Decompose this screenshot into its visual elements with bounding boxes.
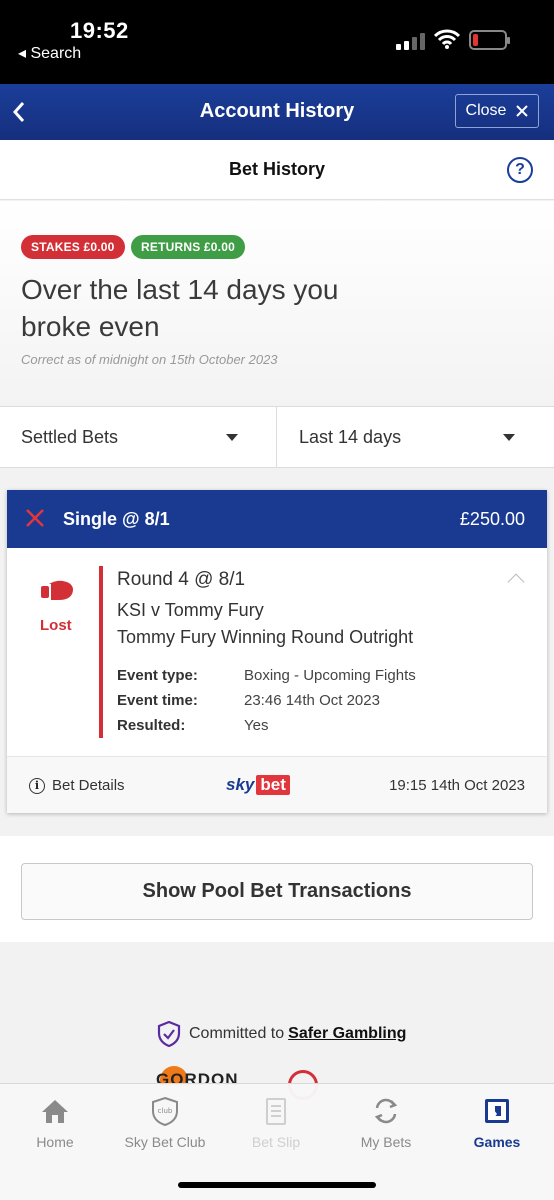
tab-sky-bet-club[interactable]: club Sky Bet Club [110,1096,220,1150]
returns-badge: RETURNS £0.00 [131,235,245,259]
club-badge-icon: club [152,1096,178,1126]
tab-bet-slip[interactable]: Bet Slip [221,1096,331,1150]
status-time: 19:52 [70,18,129,43]
detail-label: Resulted: [117,717,186,734]
help-icon[interactable]: ? [507,157,533,183]
result-divider [99,566,103,738]
close-icon [516,105,529,117]
back-to-search[interactable]: ◂ Search [18,43,81,63]
bet-card-header[interactable]: Single @ 8/1 £250.00 [7,490,547,548]
shield-check-icon [157,1021,181,1047]
tab-label: Sky Bet Club [124,1134,206,1150]
skybet-logo: sky bet [226,775,290,795]
stakes-badge: STAKES £0.00 [21,235,125,259]
bet-card: Single @ 8/1 £250.00 Lost Round 4 @ 8/1 … [7,490,547,813]
info-icon[interactable]: i [29,778,45,794]
caret-down-icon [503,434,515,441]
bet-placed-time: 19:15 14th Oct 2023 [389,777,525,794]
market-name: Tommy Fury Winning Round Outright [117,627,414,647]
status-bar: 19:52 ◂ Search [0,0,554,84]
signal-icon [396,32,426,50]
logo-sky: sky [226,775,255,794]
period-filter-value: Last 14 days [299,427,402,447]
detail-value: Yes [244,717,269,734]
app-header: Account History Close [0,84,554,140]
summary-headline: Over the last 14 days you broke even [21,274,339,342]
status-filter-value: Settled Bets [21,427,119,447]
bet-card-footer: i Bet Details sky bet 19:15 14th Oct 202… [7,756,547,813]
home-indicator [178,1182,376,1188]
tab-home[interactable]: Home [0,1096,110,1150]
safer-prefix: Committed to [189,1025,285,1042]
bet-history-bar: Bet History [0,140,554,200]
status-filter-dropdown[interactable]: Settled Bets [0,407,277,467]
detail-value: 23:46 14th Oct 2023 [244,692,380,709]
detail-value: Boxing - Upcoming Fights [244,667,416,684]
summary-panel: STAKES £0.00 RETURNS £0.00 Over the last… [0,201,554,406]
safer-gambling-link[interactable]: Safer Gambling [288,1025,406,1043]
filter-bar: Settled Bets Last 14 days [0,406,554,468]
pool-bet-section: Show Pool Bet Transactions [0,836,554,942]
section-title: Bet History [228,159,326,179]
event-name: KSI v Tommy Fury [117,600,264,620]
games-icon [485,1099,509,1123]
bet-details-link[interactable]: Bet Details [52,777,125,794]
tab-label: Bet Slip [251,1134,301,1150]
tab-games[interactable]: Games [442,1096,552,1150]
close-label: Close [465,102,507,119]
bet-card-body: Lost Round 4 @ 8/1 KSI v Tommy Fury Tomm… [7,548,547,756]
svg-text:club: club [158,1107,173,1115]
bet-slip-icon [266,1098,286,1125]
home-icon [42,1100,68,1123]
close-button[interactable]: Close [455,94,539,128]
period-filter-dropdown[interactable]: Last 14 days [277,407,554,467]
battery-icon [469,30,510,50]
lost-cross-icon [25,506,45,532]
detail-label: Event time: [117,692,198,709]
safer-gambling: Committed to Safer Gambling [157,1020,406,1048]
detail-label: Event type: [117,667,198,684]
selection-name: Round 4 @ 8/1 [117,569,246,590]
caret-down-icon [226,434,238,441]
show-pool-bet-button[interactable]: Show Pool Bet Transactions [21,863,533,920]
summary-note: Correct as of midnight on 15th October 2… [21,352,278,367]
tab-label: Home [36,1134,74,1150]
tab-label: Games [473,1134,521,1150]
wifi-icon [434,29,460,49]
boxing-glove-icon [41,580,73,600]
bet-stake: £250.00 [459,509,525,529]
refresh-icon [374,1098,398,1124]
chevron-up-icon[interactable] [507,573,525,591]
logo-bet: bet [256,775,290,795]
tab-label: My Bets [360,1134,412,1150]
tab-my-bets[interactable]: My Bets [331,1096,441,1150]
bet-result: Lost [40,617,72,634]
bet-type: Single @ 8/1 [63,509,170,529]
